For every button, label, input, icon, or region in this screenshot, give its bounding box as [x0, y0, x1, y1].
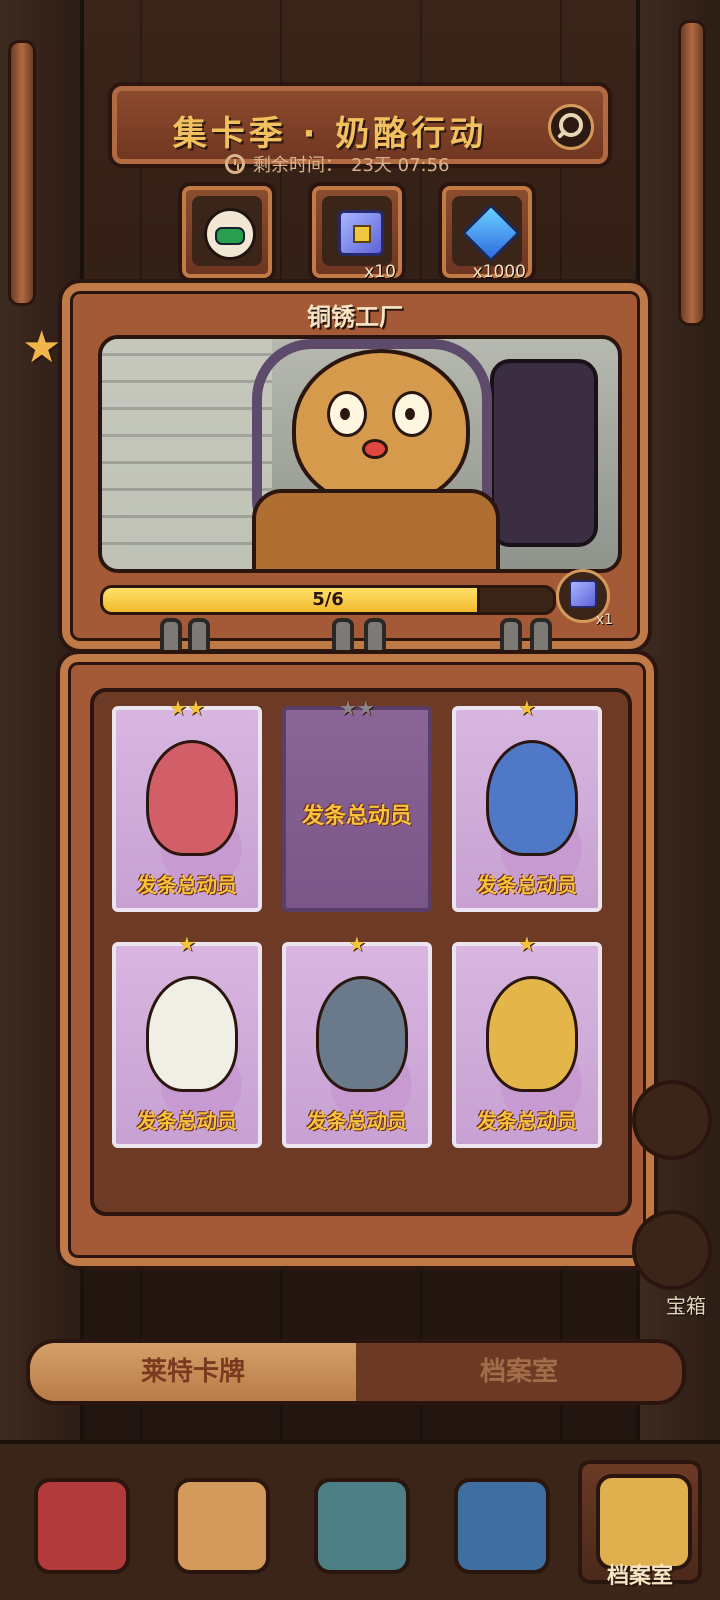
toolbox-icon [174, 1478, 270, 1574]
cannon-creature [316, 976, 408, 1092]
card-5[interactable]: ★ 发条总动员 [282, 932, 432, 1148]
star-chest-icon [34, 1478, 130, 1574]
reward-avatar[interactable] [178, 182, 276, 282]
clock-icon [225, 154, 245, 174]
event-title: 集卡季 · 奶酪行动 [172, 114, 488, 154]
chest-label: 宝箱 [666, 1294, 706, 1318]
search-button[interactable] [548, 104, 594, 150]
left-pipe [8, 40, 36, 306]
control-panel-icon [314, 1478, 410, 1574]
nav-archive-label: 档案室 [606, 1564, 673, 1589]
balloon-creature [146, 740, 238, 856]
album-illustration [98, 335, 622, 573]
album-progress-bar: 5/6 [100, 585, 556, 615]
card-brand: 发条总动员 [477, 873, 577, 897]
card-6[interactable]: ★ 发条总动员 [452, 932, 602, 1148]
card-brand: 发条总动员 [307, 1109, 407, 1133]
card-grid: ★★ 发条总动员 ★★ 发条总动员 ★ 发条总动员 ★ 发条总动员 ★ 发条总动… [90, 688, 632, 1216]
bird-creature [146, 976, 238, 1092]
robot-creature [486, 740, 578, 856]
timer-value: 23天 07:56 [351, 155, 450, 176]
album-cover: 铜锈工厂 5/6 x1 [58, 279, 652, 653]
archive-book-icon [596, 1474, 692, 1570]
star-icon: ★ [22, 322, 62, 373]
completion-reward-qty: x1 [595, 612, 613, 628]
album-pages: ★★ 发条总动员 ★★ 发条总动员 ★ 发条总动员 ★ 发条总动员 ★ 发条总动… [56, 650, 658, 1270]
timer-label: 剩余时间： [253, 155, 343, 176]
alarm-clock-creature [486, 976, 578, 1092]
card-stars: ★ [518, 696, 536, 720]
nav-archive[interactable]: 档案室 [578, 1460, 702, 1589]
card-collection-screen: 集卡季 · 奶酪行动 剩余时间： 23天 07:56 x10 x1000 铜锈工… [0, 0, 720, 1600]
chest-button[interactable] [632, 1210, 712, 1290]
tab-archive[interactable]: 档案室 [356, 1343, 682, 1401]
card-stars: ★ [178, 932, 196, 956]
nav-star-chest[interactable] [20, 1468, 136, 1584]
card-brand: 发条总动员 [137, 873, 237, 897]
card-brand: 发条总动员 [477, 1109, 577, 1133]
card-3[interactable]: ★ 发条总动员 [452, 696, 602, 912]
cube-crate-icon [569, 580, 597, 608]
event-timer: 剩余时间： 23天 07:56 [225, 151, 450, 177]
reward-gems[interactable]: x1000 [438, 182, 536, 282]
nav-goggles-chest[interactable] [440, 1468, 556, 1584]
card-stars: ★★ [169, 696, 205, 720]
nav-control-panel[interactable] [300, 1468, 416, 1584]
card-4[interactable]: ★ 发条总动员 [112, 932, 262, 1148]
bottom-navigation: 档案室 [0, 1440, 720, 1600]
card-stars: ★ [518, 932, 536, 956]
gem-icon [461, 203, 521, 263]
cube-crate-icon [338, 210, 384, 256]
card-brand: 发条总动员 [301, 804, 412, 829]
card-brand: 发条总动员 [137, 1109, 237, 1133]
card-stars: ★★ [339, 696, 375, 720]
reward-cube[interactable]: x10 [308, 182, 406, 282]
card-1[interactable]: ★★ 发条总动员 [112, 696, 262, 912]
album-name: 铜锈工厂 [307, 303, 403, 331]
card-2-locked[interactable]: ★★ 发条总动员 [282, 696, 432, 912]
goggles-chest-icon [454, 1478, 550, 1574]
nav-toolbox[interactable] [160, 1468, 276, 1584]
completion-reward[interactable]: x1 [556, 569, 613, 628]
right-pipe [678, 20, 706, 326]
tab-light-cards[interactable]: 莱特卡牌 [30, 1343, 356, 1401]
card-stars: ★ [348, 932, 366, 956]
character-avatar-icon [204, 208, 256, 260]
tab-bar: 莱特卡牌 档案室 [26, 1339, 686, 1405]
progress-text: 5/6 [312, 589, 344, 610]
side-button-top[interactable] [632, 1080, 712, 1160]
